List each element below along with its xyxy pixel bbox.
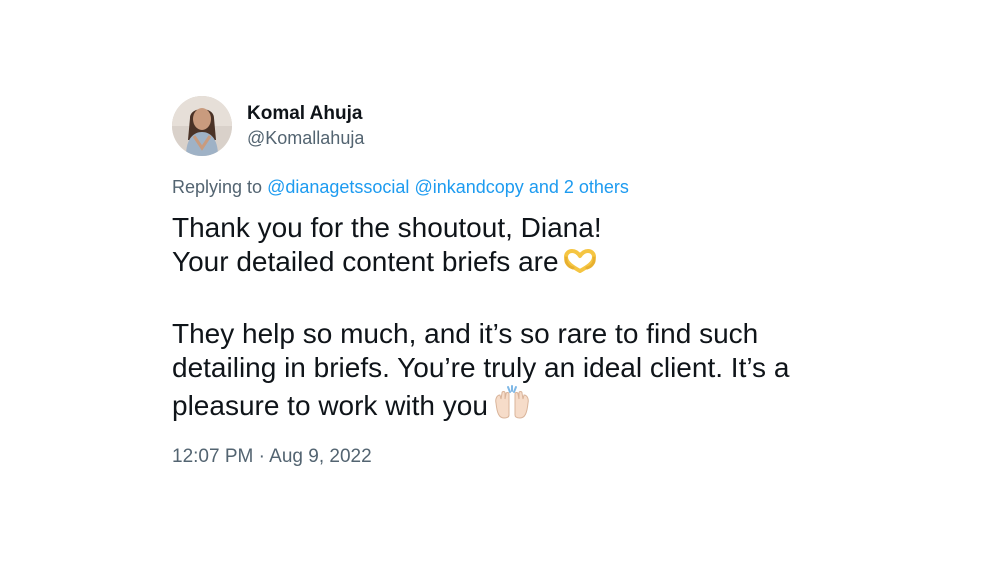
others-link[interactable]: and 2 others: [529, 177, 629, 197]
body-line: They help so much, and it’s so rare to f…: [172, 318, 759, 349]
body-line: detailing in briefs. You’re truly an ide…: [172, 352, 790, 383]
tweet-header: Komal Ahuja @Komallahuja: [172, 96, 872, 156]
body-line: Thank you for the shoutout, Diana!: [172, 212, 602, 243]
tweet-timestamp[interactable]: 12:07 PM · Aug 9, 2022: [172, 445, 872, 469]
mention-dianagetssocial[interactable]: @dianagetssocial: [267, 177, 409, 197]
body-line-with-emoji: Your detailed content briefs are: [172, 245, 872, 283]
author-names: Komal Ahuja @Komallahuja: [247, 102, 364, 150]
replying-prefix: Replying to: [172, 177, 263, 197]
profile-photo-icon: [172, 96, 232, 156]
body-line-text: Your detailed content briefs are: [172, 246, 559, 277]
body-line-text: pleasure to work with you: [172, 390, 488, 421]
tweet-card: Komal Ahuja @Komallahuja Replying to @di…: [172, 96, 872, 469]
display-name[interactable]: Komal Ahuja: [247, 102, 364, 126]
mention-inkandcopy[interactable]: @inkandcopy: [414, 177, 523, 197]
heart-hands-emoji-icon: [563, 249, 597, 283]
tweet-body: Thank you for the shoutout, Diana! Your …: [172, 211, 872, 427]
replying-to-line: Replying to @dianagetssocial @inkandcopy…: [172, 175, 872, 199]
avatar[interactable]: [172, 96, 232, 156]
raising-hands-emoji-icon: [492, 385, 532, 427]
user-handle[interactable]: @Komallahuja: [247, 126, 364, 150]
body-line-with-emoji: pleasure to work with you: [172, 385, 872, 427]
